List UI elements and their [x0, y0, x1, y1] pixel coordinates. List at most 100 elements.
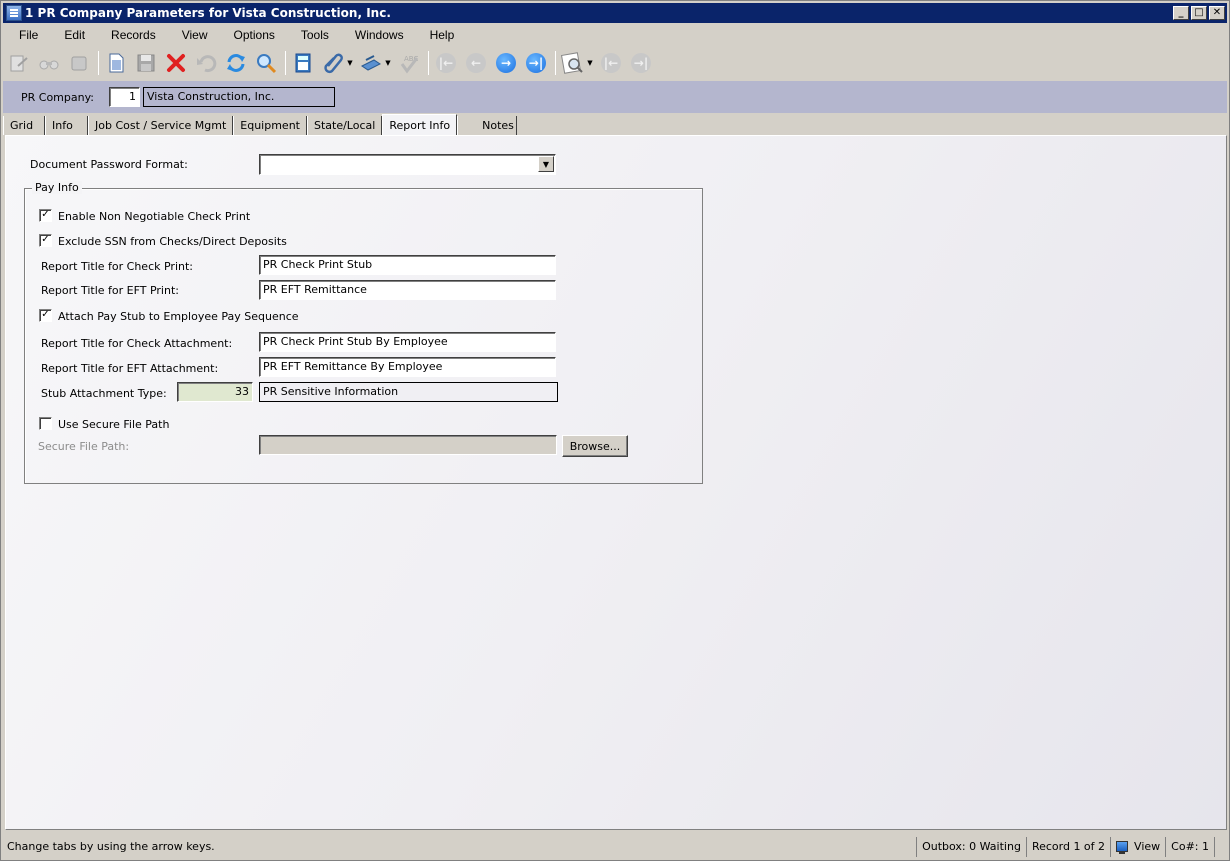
secure-path-input[interactable] [259, 435, 557, 455]
tab-job-cost-service-mgmt[interactable]: Job Cost / Service Mgmt [88, 116, 234, 135]
use-secure-path-checkbox[interactable] [39, 417, 52, 430]
report-info-panel: Document Password Format: ▼ Pay Info ✓ E… [5, 135, 1227, 830]
last-related-icon: →| [631, 53, 651, 73]
eft-attach-title-label: Report Title for EFT Attachment: [41, 362, 219, 375]
attachment-icon [324, 53, 343, 74]
attach-pay-stub-checkbox[interactable]: ✓ [39, 309, 52, 322]
first-related-button[interactable]: |← [597, 49, 625, 77]
exclude-ssn-label: Exclude SSN from Checks/Direct Deposits [58, 235, 287, 248]
check-print-title-label: Report Title for Check Print: [41, 260, 193, 273]
first-record-button[interactable]: |← [432, 49, 460, 77]
tab-notes[interactable]: Notes [457, 116, 518, 135]
exclude-ssn-checkbox[interactable]: ✓ [39, 234, 52, 247]
undo-button[interactable] [192, 49, 220, 77]
edit-button[interactable] [5, 49, 33, 77]
last-record-icon: →| [526, 53, 546, 73]
next-record-icon: → [496, 53, 516, 73]
stub-type-code-input[interactable]: 33 [177, 382, 253, 402]
status-bar: Change tabs by using the arrow keys. Out… [3, 834, 1227, 859]
use-secure-path-label: Use Secure File Path [58, 418, 170, 431]
tab-state-local[interactable]: State/Local [306, 116, 383, 135]
check-attach-title-input[interactable]: PR Check Print Stub By Employee [259, 332, 556, 352]
attachment-button[interactable] [319, 49, 347, 77]
company-name-display: Vista Construction, Inc. [143, 87, 335, 107]
doc-password-format-label: Document Password Format: [30, 158, 188, 171]
mode-status: View [1110, 836, 1165, 857]
stub-type-description: PR Sensitive Information [259, 382, 558, 402]
attachment-dropdown[interactable]: ▼ [346, 59, 354, 67]
menu-tools[interactable]: Tools [285, 28, 339, 42]
next-record-button[interactable]: → [492, 49, 520, 77]
menu-file[interactable]: File [3, 28, 48, 42]
first-related-icon: |← [601, 53, 621, 73]
lookup-dropdown[interactable]: ▼ [586, 59, 594, 67]
tab-strip: Grid Info Job Cost / Service Mgmt Equipm… [3, 114, 1227, 135]
secure-path-label: Secure File Path: [38, 440, 130, 453]
title-bar: 1 PR Company Parameters for Vista Constr… [3, 3, 1227, 23]
doc-password-format-select[interactable]: ▼ [259, 154, 556, 175]
new-button[interactable] [102, 49, 130, 77]
browse-button[interactable]: Browse... [562, 435, 628, 457]
menu-options[interactable]: Options [218, 28, 285, 42]
enable-non-negotiable-label: Enable Non Negotiable Check Print [58, 210, 251, 223]
stub-type-label: Stub Attachment Type: [41, 387, 167, 400]
eft-print-title-label: Report Title for EFT Print: [41, 284, 179, 297]
company-status: Co#: 1 [1165, 836, 1215, 857]
menu-view[interactable]: View [166, 28, 218, 42]
scan-button[interactable] [357, 49, 385, 77]
minimize-button[interactable]: _ [1173, 6, 1189, 20]
tab-report-info[interactable]: Report Info [382, 114, 458, 135]
stamp-button[interactable] [65, 49, 93, 77]
scan-icon [361, 55, 381, 71]
lookup-icon [561, 52, 583, 74]
chevron-down-icon[interactable]: ▼ [538, 156, 554, 172]
check-print-title-input[interactable]: PR Check Print Stub [259, 255, 556, 275]
tab-info[interactable]: Info [45, 116, 88, 135]
menu-records[interactable]: Records [95, 28, 166, 42]
company-label: PR Company: [21, 90, 95, 104]
calculator-button[interactable] [289, 49, 317, 77]
pay-info-title: Pay Info [32, 181, 82, 194]
delete-button[interactable] [162, 49, 190, 77]
mode-label: View [1134, 840, 1161, 853]
previous-record-button[interactable]: ← [462, 49, 490, 77]
stamp-icon [71, 56, 87, 71]
spellcheck-button[interactable]: ABC [395, 49, 423, 77]
last-related-button[interactable]: →| [627, 49, 655, 77]
refresh-icon [227, 54, 245, 72]
search-button[interactable] [252, 49, 280, 77]
calculator-icon [295, 53, 311, 73]
tab-equipment[interactable]: Equipment [233, 116, 307, 135]
app-window: 1 PR Company Parameters for Vista Constr… [0, 0, 1230, 861]
record-position: Record 1 of 2 [1025, 836, 1110, 857]
previous-record-icon: ← [466, 53, 486, 73]
close-button[interactable]: ✕ [1209, 6, 1225, 20]
lookup-button[interactable] [559, 49, 587, 77]
find-button[interactable] [35, 49, 63, 77]
refresh-button[interactable] [222, 49, 250, 77]
last-record-button[interactable]: →| [522, 49, 550, 77]
check-attach-title-label: Report Title for Check Attachment: [41, 337, 233, 350]
binoculars-icon [39, 60, 59, 70]
menu-edit[interactable]: Edit [48, 28, 95, 42]
tab-grid[interactable]: Grid [3, 116, 45, 135]
computer-icon [1116, 841, 1129, 854]
eft-print-title-input[interactable]: PR EFT Remittance [259, 280, 556, 300]
outbox-status: Outbox: 0 Waiting [916, 836, 1026, 857]
save-button[interactable] [132, 49, 160, 77]
new-document-icon [109, 53, 124, 73]
undo-icon [197, 55, 217, 73]
maximize-button[interactable]: □ [1191, 6, 1207, 20]
menu-bar: File Edit Records View Options Tools Win… [3, 24, 1227, 46]
delete-icon [167, 54, 185, 72]
spellcheck-icon: ABC [400, 55, 418, 74]
form-app-icon [6, 5, 22, 21]
status-message: Change tabs by using the arrow keys. [7, 840, 215, 853]
eft-attach-title-input[interactable]: PR EFT Remittance By Employee [259, 357, 556, 377]
menu-help[interactable]: Help [414, 28, 465, 42]
attach-pay-stub-label: Attach Pay Stub to Employee Pay Sequence [58, 310, 299, 323]
enable-non-negotiable-checkbox[interactable]: ✓ [39, 209, 52, 222]
menu-windows[interactable]: Windows [339, 28, 414, 42]
scan-dropdown[interactable]: ▼ [384, 59, 392, 67]
company-number-input[interactable]: 1 [109, 87, 140, 107]
